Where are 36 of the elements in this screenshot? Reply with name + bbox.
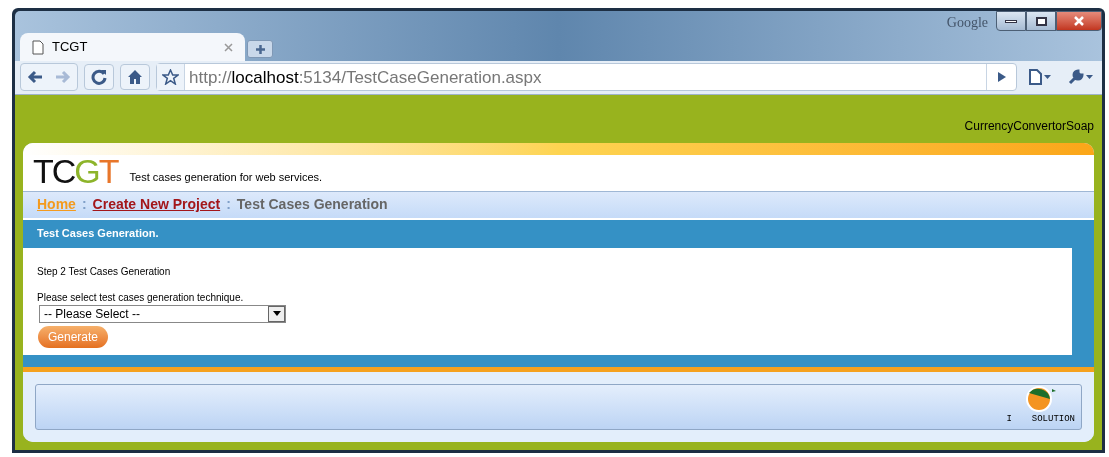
tab-title: TCGT [52,38,88,57]
reload-icon [91,69,107,86]
prompt-label: Please select test cases generation technique. [37,290,244,305]
breadcrumb-link[interactable]: Create New Project [92,194,221,215]
minimize-button[interactable] [996,11,1026,31]
close-button[interactable] [1056,11,1102,31]
back-arrow-icon [27,70,43,85]
page-icon [1029,69,1042,86]
wrench-icon [1067,69,1084,86]
caret-icon [1044,75,1051,80]
footer-logo-text: I [1006,412,1012,426]
plus-icon [254,43,266,55]
browser-tab[interactable]: TCGT [20,33,245,61]
technique-select[interactable]: -- Please Select -- [39,304,286,323]
breadcrumb-separator: : [81,195,87,214]
breadcrumb-current: Test Cases Generation [236,195,388,214]
browser-brand: Google [946,14,988,32]
close-icon [1073,15,1085,27]
globe-logo-icon [1023,384,1058,413]
new-tab-button[interactable] [247,40,273,58]
home-button[interactable] [120,64,150,91]
footer-logo-text: SOLUTION [1031,412,1075,426]
service-name: CurrencyConvertorSoap [964,117,1094,135]
caret-icon [272,311,281,316]
site-logo: TCGT [33,153,118,188]
tagline: Test cases generation for web services. [129,170,323,185]
maximize-button[interactable] [1026,11,1056,31]
forward-arrow-icon [55,70,71,85]
close-icon[interactable] [224,42,233,52]
reload-button[interactable] [84,64,114,91]
breadcrumb-separator: : [226,195,231,214]
home-icon [127,69,143,86]
page-icon [32,39,44,55]
panel-title: Test Cases Generation. [37,226,159,242]
caret-icon [1085,75,1093,80]
step-label: Step 2 Test Cases Generation [37,264,171,279]
